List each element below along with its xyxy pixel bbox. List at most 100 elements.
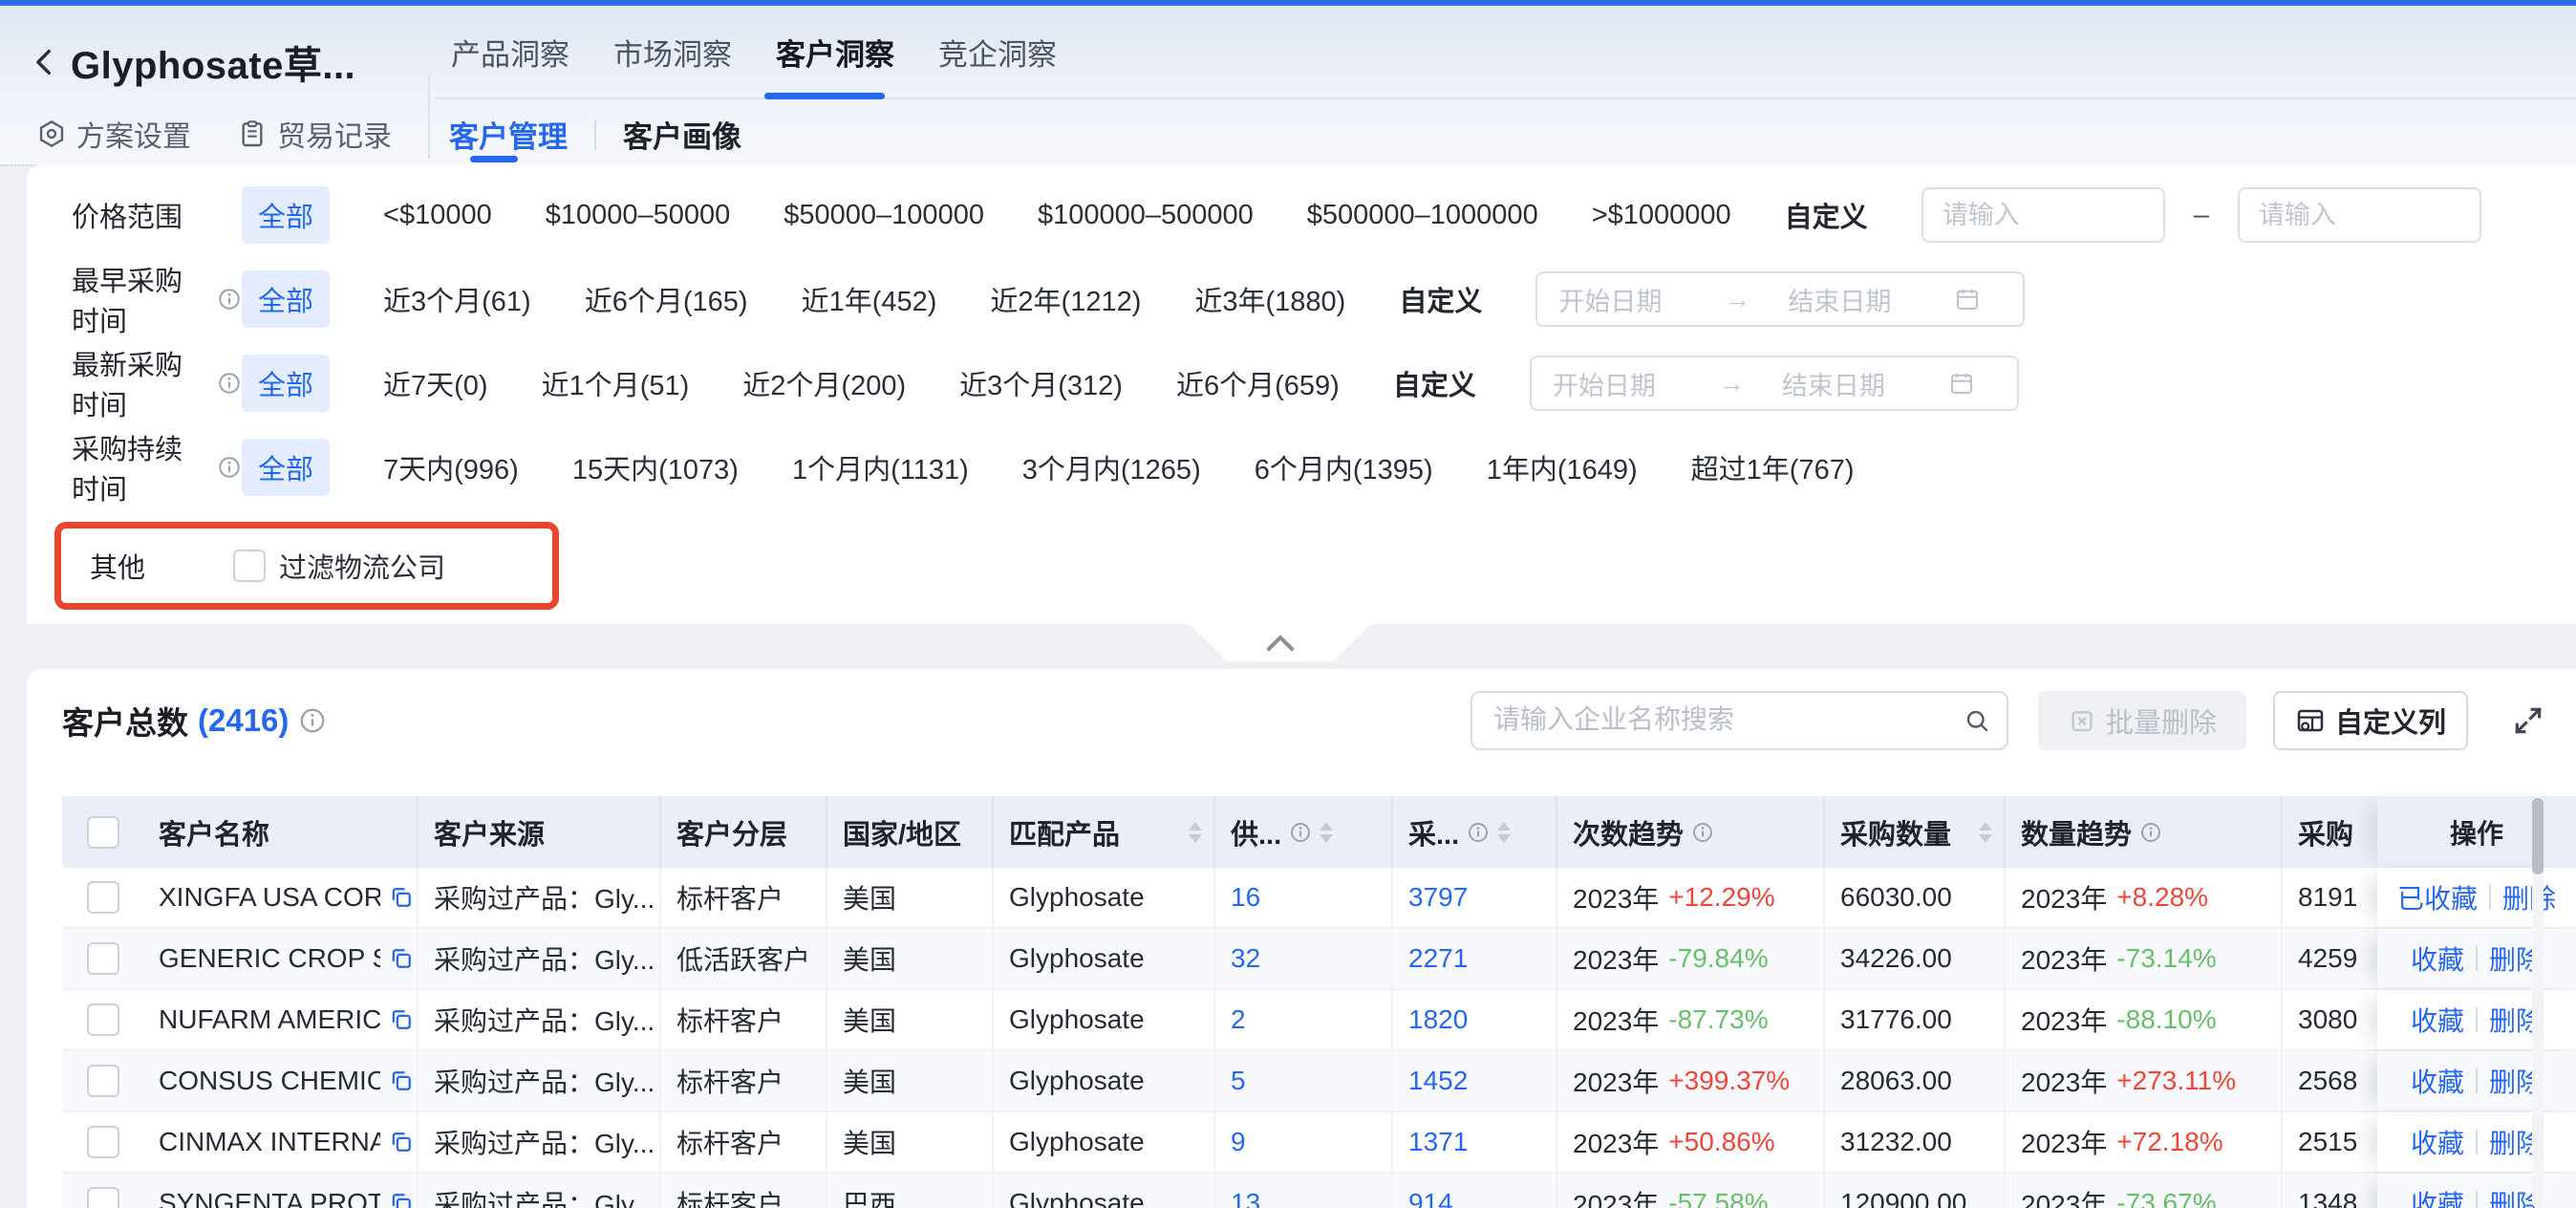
purchases-count-link[interactable]: 1820 (1393, 990, 1557, 1049)
table-scrollbar-track[interactable] (2532, 796, 2544, 1208)
row-checkbox[interactable] (87, 1126, 119, 1158)
info-icon[interactable] (1467, 821, 1490, 844)
filter-option-selected[interactable]: 全部 (242, 270, 330, 328)
info-icon[interactable] (2139, 821, 2162, 844)
filter-option[interactable]: 近2个月(200) (742, 363, 906, 403)
purchases-count-link[interactable]: 2271 (1393, 929, 1557, 988)
filter-option[interactable]: 3个月内(1265) (1022, 447, 1201, 487)
filter-option-selected[interactable]: 全部 (242, 186, 330, 244)
info-icon[interactable] (1691, 821, 1714, 844)
filter-option[interactable]: $10000–50000 (546, 200, 731, 231)
filter-option[interactable]: 近7天(0) (383, 363, 488, 403)
filter-option[interactable]: >$1000000 (1592, 200, 1731, 231)
table-scrollbar-thumb[interactable] (2532, 798, 2544, 874)
date-range-picker[interactable]: 开始日期 → 结束日期 (1530, 356, 2019, 411)
suppliers-count-link[interactable]: 9 (1215, 1112, 1393, 1172)
info-icon[interactable] (298, 706, 327, 735)
filter-option[interactable]: 1个月内(1131) (792, 447, 969, 487)
custom-range-label[interactable]: 自定义 (1399, 279, 1482, 319)
scheme-settings-button[interactable]: 方案设置 (36, 113, 191, 155)
info-icon[interactable] (1289, 821, 1312, 844)
custom-range-label[interactable]: 自定义 (1785, 195, 1868, 235)
subtab-customer-profile[interactable]: 客户画像 (623, 113, 741, 156)
subtab-customer-management[interactable]: 客户管理 (449, 113, 568, 156)
customer-name-link[interactable]: SYNGENTA PROTEC (159, 1188, 380, 1208)
purchases-count-link[interactable]: 1452 (1393, 1051, 1557, 1111)
company-search-input[interactable] (1472, 693, 1952, 746)
filter-option[interactable]: 15天内(1073) (572, 447, 739, 487)
filter-option[interactable]: 超过1年(767) (1691, 447, 1855, 487)
tab-competitor-insight[interactable]: 竞企洞察 (936, 31, 1059, 74)
filter-option[interactable]: 近1个月(51) (542, 363, 690, 403)
filter-option[interactable]: 近2年(1212) (990, 279, 1141, 319)
fullscreen-expand-icon[interactable] (2509, 701, 2547, 740)
suppliers-count-link[interactable]: 13 (1215, 1174, 1393, 1208)
delete-link[interactable]: 删除 (2502, 878, 2556, 917)
purchases-count-link[interactable]: 3797 (1393, 868, 1557, 927)
filter-option[interactable]: 1年内(1649) (1487, 447, 1638, 487)
sort-caret[interactable] (1189, 822, 1202, 843)
copy-icon[interactable] (388, 1190, 415, 1208)
row-checkbox[interactable] (87, 1003, 119, 1036)
info-icon[interactable] (217, 455, 242, 480)
filter-option[interactable]: 6个月内(1395) (1255, 447, 1433, 487)
filter-option[interactable]: 近3年(1880) (1194, 279, 1345, 319)
favorite-link[interactable]: 已收藏 (2397, 878, 2478, 917)
customer-name-link[interactable]: GENERIC CROP SCI (159, 943, 380, 974)
sort-caret[interactable] (1497, 822, 1511, 843)
sort-caret[interactable] (1979, 822, 1992, 843)
price-max-input[interactable] (2238, 187, 2481, 243)
customer-name-link[interactable]: XINGFA USA CORPO (159, 882, 380, 913)
copy-icon[interactable] (388, 945, 415, 972)
info-icon[interactable] (217, 287, 242, 312)
purchases-count-link[interactable]: 914 (1393, 1174, 1557, 1208)
filter-option-selected[interactable]: 全部 (242, 439, 330, 496)
sort-caret[interactable] (1320, 822, 1333, 843)
customer-name-link[interactable]: NUFARM AMERICAS, (159, 1004, 380, 1035)
batch-delete-button[interactable]: 批量删除 (2038, 691, 2246, 750)
suppliers-count-link[interactable]: 32 (1215, 929, 1393, 988)
date-range-picker[interactable]: 开始日期 → 结束日期 (1535, 271, 2025, 327)
filter-option[interactable]: 近1年(452) (802, 279, 937, 319)
copy-icon[interactable] (388, 1006, 415, 1033)
info-icon[interactable] (217, 371, 242, 396)
tab-market-insight[interactable]: 市场洞察 (612, 31, 734, 74)
back-icon[interactable] (29, 43, 61, 81)
suppliers-count-link[interactable]: 5 (1215, 1051, 1393, 1111)
collapse-filter-tab[interactable] (1190, 624, 1371, 661)
filter-option[interactable]: 近6个月(165) (585, 279, 748, 319)
suppliers-count-link[interactable]: 2 (1215, 990, 1393, 1049)
filter-option[interactable]: <$10000 (383, 200, 492, 231)
search-icon[interactable] (1963, 706, 1991, 735)
favorite-link[interactable]: 收藏 (2411, 1001, 2464, 1039)
row-checkbox[interactable] (87, 1065, 119, 1097)
customize-columns-button[interactable]: 自定义列 (2273, 691, 2468, 750)
filter-logistics-checkbox[interactable] (233, 550, 266, 582)
copy-icon[interactable] (388, 884, 415, 911)
filter-option[interactable]: 近3个月(61) (383, 279, 531, 319)
filter-option[interactable]: $50000–100000 (784, 200, 984, 231)
copy-icon[interactable] (388, 1068, 415, 1094)
filter-option[interactable]: 近6个月(659) (1176, 363, 1340, 403)
filter-option[interactable]: $500000–1000000 (1307, 200, 1538, 231)
row-checkbox[interactable] (87, 942, 119, 975)
tab-product-insight[interactable]: 产品洞察 (449, 31, 571, 74)
suppliers-count-link[interactable]: 16 (1215, 868, 1393, 927)
customer-name-link[interactable]: CONSUS CHEMICAL (159, 1066, 380, 1096)
row-checkbox[interactable] (87, 881, 119, 914)
favorite-link[interactable]: 收藏 (2411, 939, 2464, 978)
favorite-link[interactable]: 收藏 (2411, 1184, 2464, 1208)
price-min-input[interactable] (1921, 187, 2165, 243)
favorite-link[interactable]: 收藏 (2411, 1062, 2464, 1100)
favorite-link[interactable]: 收藏 (2411, 1123, 2464, 1161)
filter-option[interactable]: $100000–500000 (1038, 200, 1254, 231)
tab-customer-insight[interactable]: 客户洞察 (774, 31, 896, 74)
filter-option[interactable]: 7天内(996) (383, 447, 519, 487)
filter-option[interactable]: 近3个月(312) (959, 363, 1123, 403)
purchases-count-link[interactable]: 1371 (1393, 1112, 1557, 1172)
custom-range-label[interactable]: 自定义 (1393, 363, 1476, 403)
trade-records-button[interactable]: 贸易记录 (237, 113, 392, 155)
customer-name-link[interactable]: CINMAX INTERNATIO (159, 1127, 380, 1157)
filter-option-selected[interactable]: 全部 (242, 355, 330, 412)
select-all-checkbox[interactable] (87, 816, 119, 849)
